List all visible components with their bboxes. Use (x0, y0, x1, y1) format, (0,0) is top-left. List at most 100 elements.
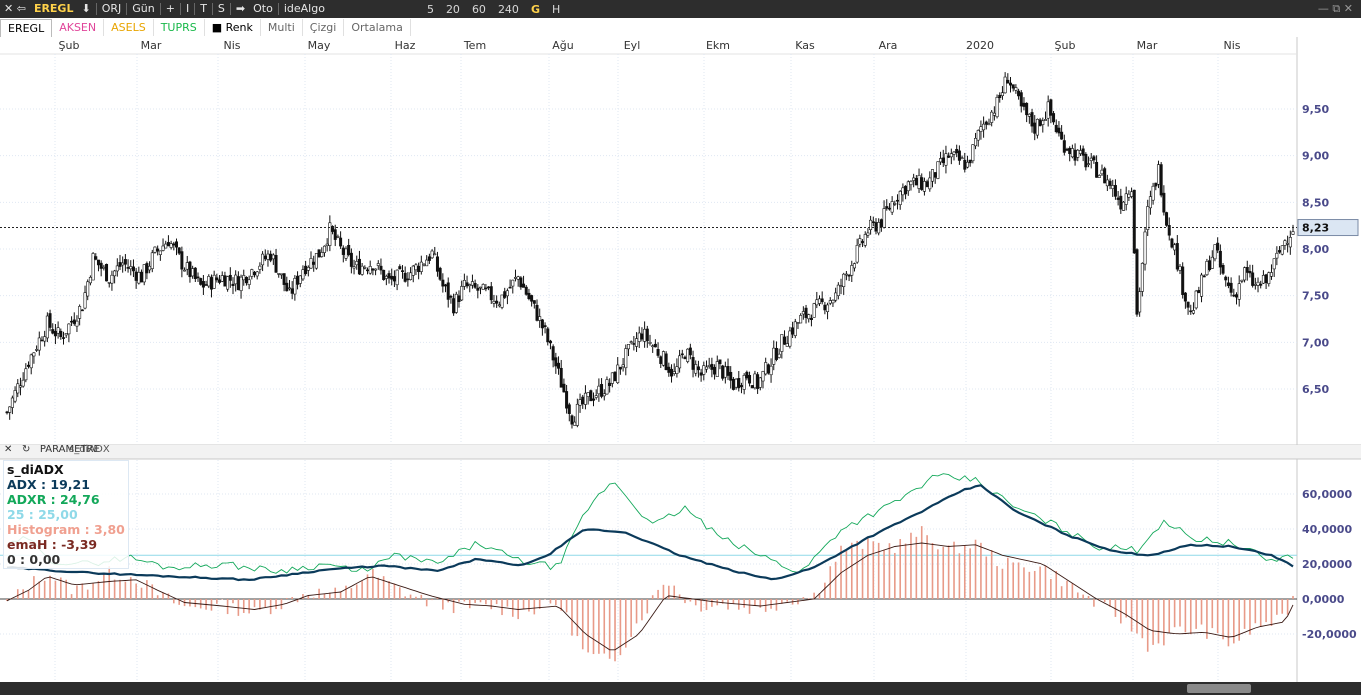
histogram-bar (700, 599, 702, 612)
candle-body (150, 252, 154, 269)
period-g[interactable]: G (525, 3, 546, 16)
download-icon[interactable]: ⬇ (77, 0, 94, 18)
candle-body (476, 287, 480, 291)
candle-body (80, 309, 84, 312)
period-5[interactable]: 5 (421, 3, 440, 16)
histogram-bar (555, 599, 557, 606)
bottom-scrollbar[interactable] (0, 682, 1361, 695)
candle-body (632, 343, 636, 345)
candle-body (739, 385, 743, 388)
plus-icon[interactable]: + (162, 0, 179, 18)
candle-body (201, 281, 205, 288)
histogram-bar (770, 599, 772, 609)
candle-body (871, 221, 875, 223)
y-axis-bg (1297, 37, 1361, 682)
candle-body (680, 353, 684, 356)
candle-body (347, 244, 351, 255)
histogram-bar (581, 599, 584, 650)
histogram-bar (1286, 599, 1289, 615)
candle-body (277, 273, 281, 275)
histogram-bar (420, 594, 423, 599)
chart-area[interactable]: Şub Mar Nis May Haz Tem Ağu Eyl Ekm Kas Ara 2020 Şub… (0, 37, 1361, 682)
candle-body (1181, 266, 1185, 295)
period-240[interactable]: 240 (492, 3, 525, 16)
tab-tuprs[interactable]: TUPRS (154, 19, 205, 36)
candle-body (672, 371, 676, 374)
x-tick-label: Mar (1137, 39, 1158, 52)
candle-body (253, 271, 257, 275)
candle-body (890, 201, 894, 213)
oto-button[interactable]: Oto (249, 0, 277, 18)
refresh-icon[interactable]: ↻ (22, 444, 30, 455)
tab-cizgi[interactable]: Çizgi (303, 19, 345, 36)
tab-eregl[interactable]: EREGL (0, 18, 53, 37)
candle-body (557, 362, 561, 369)
candle-body (145, 263, 149, 274)
period-60[interactable]: 60 (466, 3, 492, 16)
close-back-icons[interactable]: ✕ ⇦ (0, 0, 30, 18)
candle-body (1014, 87, 1018, 91)
orj-button[interactable]: ORJ (98, 0, 126, 18)
price-chart-svg[interactable]: Şub Mar Nis May Haz Tem Ağu Eyl Ekm Kas Ara 2020 Şub… (0, 37, 1361, 682)
candle-body (1202, 275, 1206, 278)
histogram-bar (377, 577, 380, 599)
tab-ortalama[interactable]: Ortalama (344, 19, 411, 36)
candle-body (24, 368, 28, 381)
candle-body (88, 277, 92, 284)
histogram-bar (1082, 594, 1084, 599)
candle-body (917, 175, 921, 189)
window-controls[interactable]: — ⧉ ✕ (1314, 0, 1357, 18)
histogram-bar (522, 599, 525, 610)
candle-body (86, 281, 90, 297)
candle-body (1251, 272, 1255, 286)
tool-s-button[interactable]: S (214, 0, 229, 18)
candle-body (785, 343, 789, 347)
tool-i-button[interactable]: I (182, 0, 193, 18)
histogram-bar (398, 587, 401, 599)
candle-body (707, 365, 711, 367)
candle-body (1113, 185, 1117, 197)
tab-renk[interactable]: ■ Renk (205, 19, 261, 36)
close-indicator-icon[interactable]: ✕ (4, 444, 12, 455)
idealgo-button[interactable]: ideAlgo (280, 0, 329, 18)
histogram-bar (985, 556, 988, 599)
candle-body (691, 357, 695, 370)
candle-body (199, 278, 203, 285)
candle-body (1229, 282, 1233, 293)
candle-body (473, 283, 477, 288)
candle-body (718, 359, 722, 365)
scrollbar-thumb[interactable] (1187, 684, 1251, 693)
histogram-bar (1130, 599, 1133, 632)
candle-body (1140, 263, 1144, 292)
tab-asels[interactable]: ASELS (104, 19, 154, 36)
candle-body (395, 269, 399, 286)
histogram-bar (253, 599, 256, 608)
arrow-right-icon[interactable]: ➡ (232, 0, 249, 18)
period-h[interactable]: H (546, 3, 566, 16)
period-20[interactable]: 20 (440, 3, 466, 16)
candle-body (804, 307, 808, 318)
candle-body (382, 269, 386, 280)
histogram-bar (910, 532, 912, 599)
tool-t-button[interactable]: T (196, 0, 211, 18)
tab-multi[interactable]: Multi (261, 19, 303, 36)
candle-body (629, 341, 633, 343)
legend-adx: ADX : 19,21 (7, 477, 90, 492)
candle-body (1033, 122, 1037, 134)
candle-body (387, 273, 391, 279)
histogram-bar (899, 539, 902, 599)
legend-histogram: Histogram : 3,80 (7, 522, 125, 537)
symbol-selector[interactable]: EREGL (30, 0, 78, 18)
period-gun-button[interactable]: Gün (128, 0, 158, 18)
candle-body (583, 392, 587, 405)
candle-body (317, 249, 321, 258)
histogram-bar (689, 599, 692, 602)
histogram-bar (1103, 599, 1106, 603)
candle-body (1170, 238, 1174, 248)
histogram-bar (856, 540, 858, 599)
tab-aksen[interactable]: AKSEN (52, 19, 105, 36)
candle-body (982, 123, 986, 131)
candle-body (1062, 140, 1066, 153)
histogram-bar (108, 566, 111, 599)
histogram-bar (495, 599, 498, 605)
